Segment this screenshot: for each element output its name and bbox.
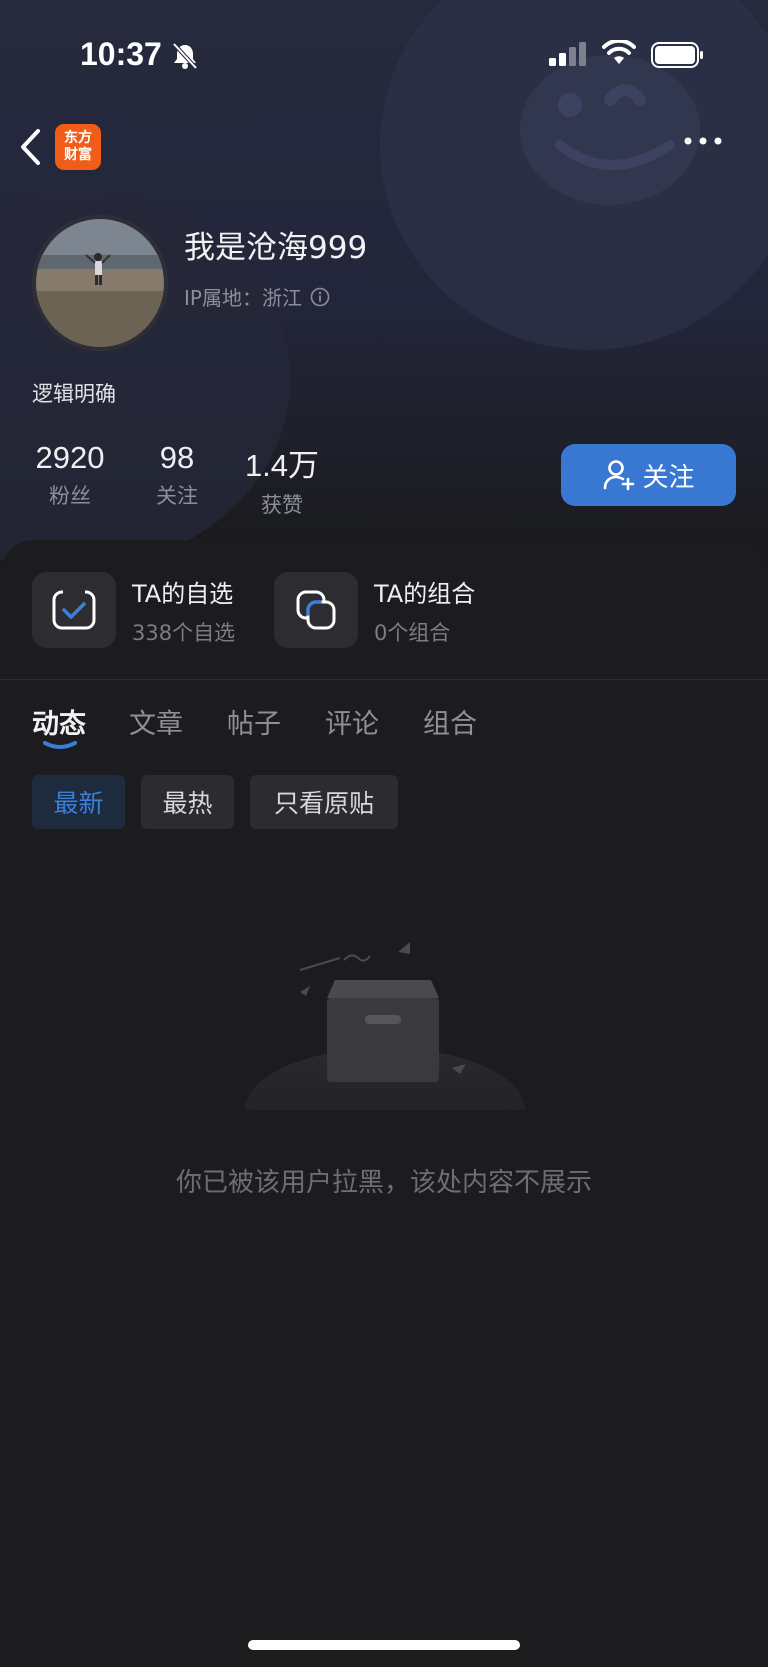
stat-likes[interactable]: 1.4万 获赞 bbox=[244, 440, 320, 519]
username: 我是沧海999 bbox=[184, 230, 368, 266]
empty-state-message: 你已被该用户拉黑，该处内容不展示 bbox=[175, 1168, 592, 1198]
tab-portfolio[interactable]: 组合 bbox=[423, 702, 477, 741]
decorative-face-icon bbox=[555, 84, 675, 170]
quick-link-watchlist[interactable]: TA的自选 338个自选 bbox=[32, 572, 235, 648]
quick-link-watchlist-title: TA的自选 bbox=[132, 579, 234, 608]
stat-likes-label: 获赞 bbox=[261, 493, 303, 517]
stat-following-value: 98 bbox=[159, 440, 195, 475]
quick-link-portfolio-title: TA的组合 bbox=[374, 579, 476, 608]
section-divider bbox=[0, 679, 768, 680]
back-arrow-icon[interactable] bbox=[18, 128, 44, 166]
tab-dynamics[interactable]: 动态 bbox=[32, 702, 86, 741]
ip-location: IP属地：浙江 bbox=[184, 282, 330, 311]
active-tab-indicator bbox=[43, 741, 77, 749]
add-user-icon bbox=[604, 460, 635, 491]
bell-off-icon bbox=[172, 42, 198, 70]
quick-link-portfolio-subtitle: 0个组合 bbox=[374, 620, 451, 645]
follow-button[interactable]: 关注 bbox=[561, 444, 736, 506]
more-dots-icon[interactable] bbox=[683, 135, 723, 147]
quick-link-portfolio[interactable]: TA的组合 0个组合 bbox=[274, 572, 475, 648]
cellular-signal-icon bbox=[549, 42, 586, 66]
stat-following[interactable]: 98 关注 bbox=[150, 440, 204, 510]
battery-icon bbox=[651, 42, 703, 68]
stat-fans-value: 2920 bbox=[35, 440, 105, 475]
stat-following-label: 关注 bbox=[156, 484, 198, 508]
stat-fans[interactable]: 2920 粉丝 bbox=[32, 440, 108, 510]
stat-fans-label: 粉丝 bbox=[49, 484, 91, 508]
wifi-icon bbox=[602, 40, 636, 64]
tab-articles[interactable]: 文章 bbox=[129, 702, 183, 741]
filter-hottest[interactable]: 最热 bbox=[141, 775, 234, 829]
filter-original-only[interactable]: 只看原贴 bbox=[250, 775, 398, 829]
avatar[interactable] bbox=[32, 215, 168, 351]
stat-likes-value: 1.4万 bbox=[244, 448, 320, 483]
home-indicator[interactable] bbox=[248, 1640, 520, 1650]
follow-button-label: 关注 bbox=[642, 462, 695, 493]
avatar-photo bbox=[32, 215, 168, 351]
logo-text-line2: 财富 bbox=[64, 147, 92, 163]
quick-link-watchlist-subtitle: 338个自选 bbox=[132, 620, 236, 645]
ip-location-label: IP属地：浙江 bbox=[184, 286, 302, 310]
tab-posts[interactable]: 帖子 bbox=[227, 702, 281, 741]
user-bio: 逻辑明确 bbox=[32, 382, 116, 406]
app-logo: 东方 财富 bbox=[55, 124, 101, 170]
filter-latest[interactable]: 最新 bbox=[32, 775, 125, 829]
status-time: 10:37 bbox=[80, 36, 162, 72]
empty-box-icon bbox=[245, 942, 525, 1110]
portfolio-squares-icon bbox=[274, 572, 358, 648]
tab-comments[interactable]: 评论 bbox=[325, 702, 379, 741]
info-icon[interactable] bbox=[310, 287, 330, 307]
watchlist-check-icon bbox=[32, 572, 116, 648]
logo-text-line1: 东方 bbox=[64, 130, 92, 146]
